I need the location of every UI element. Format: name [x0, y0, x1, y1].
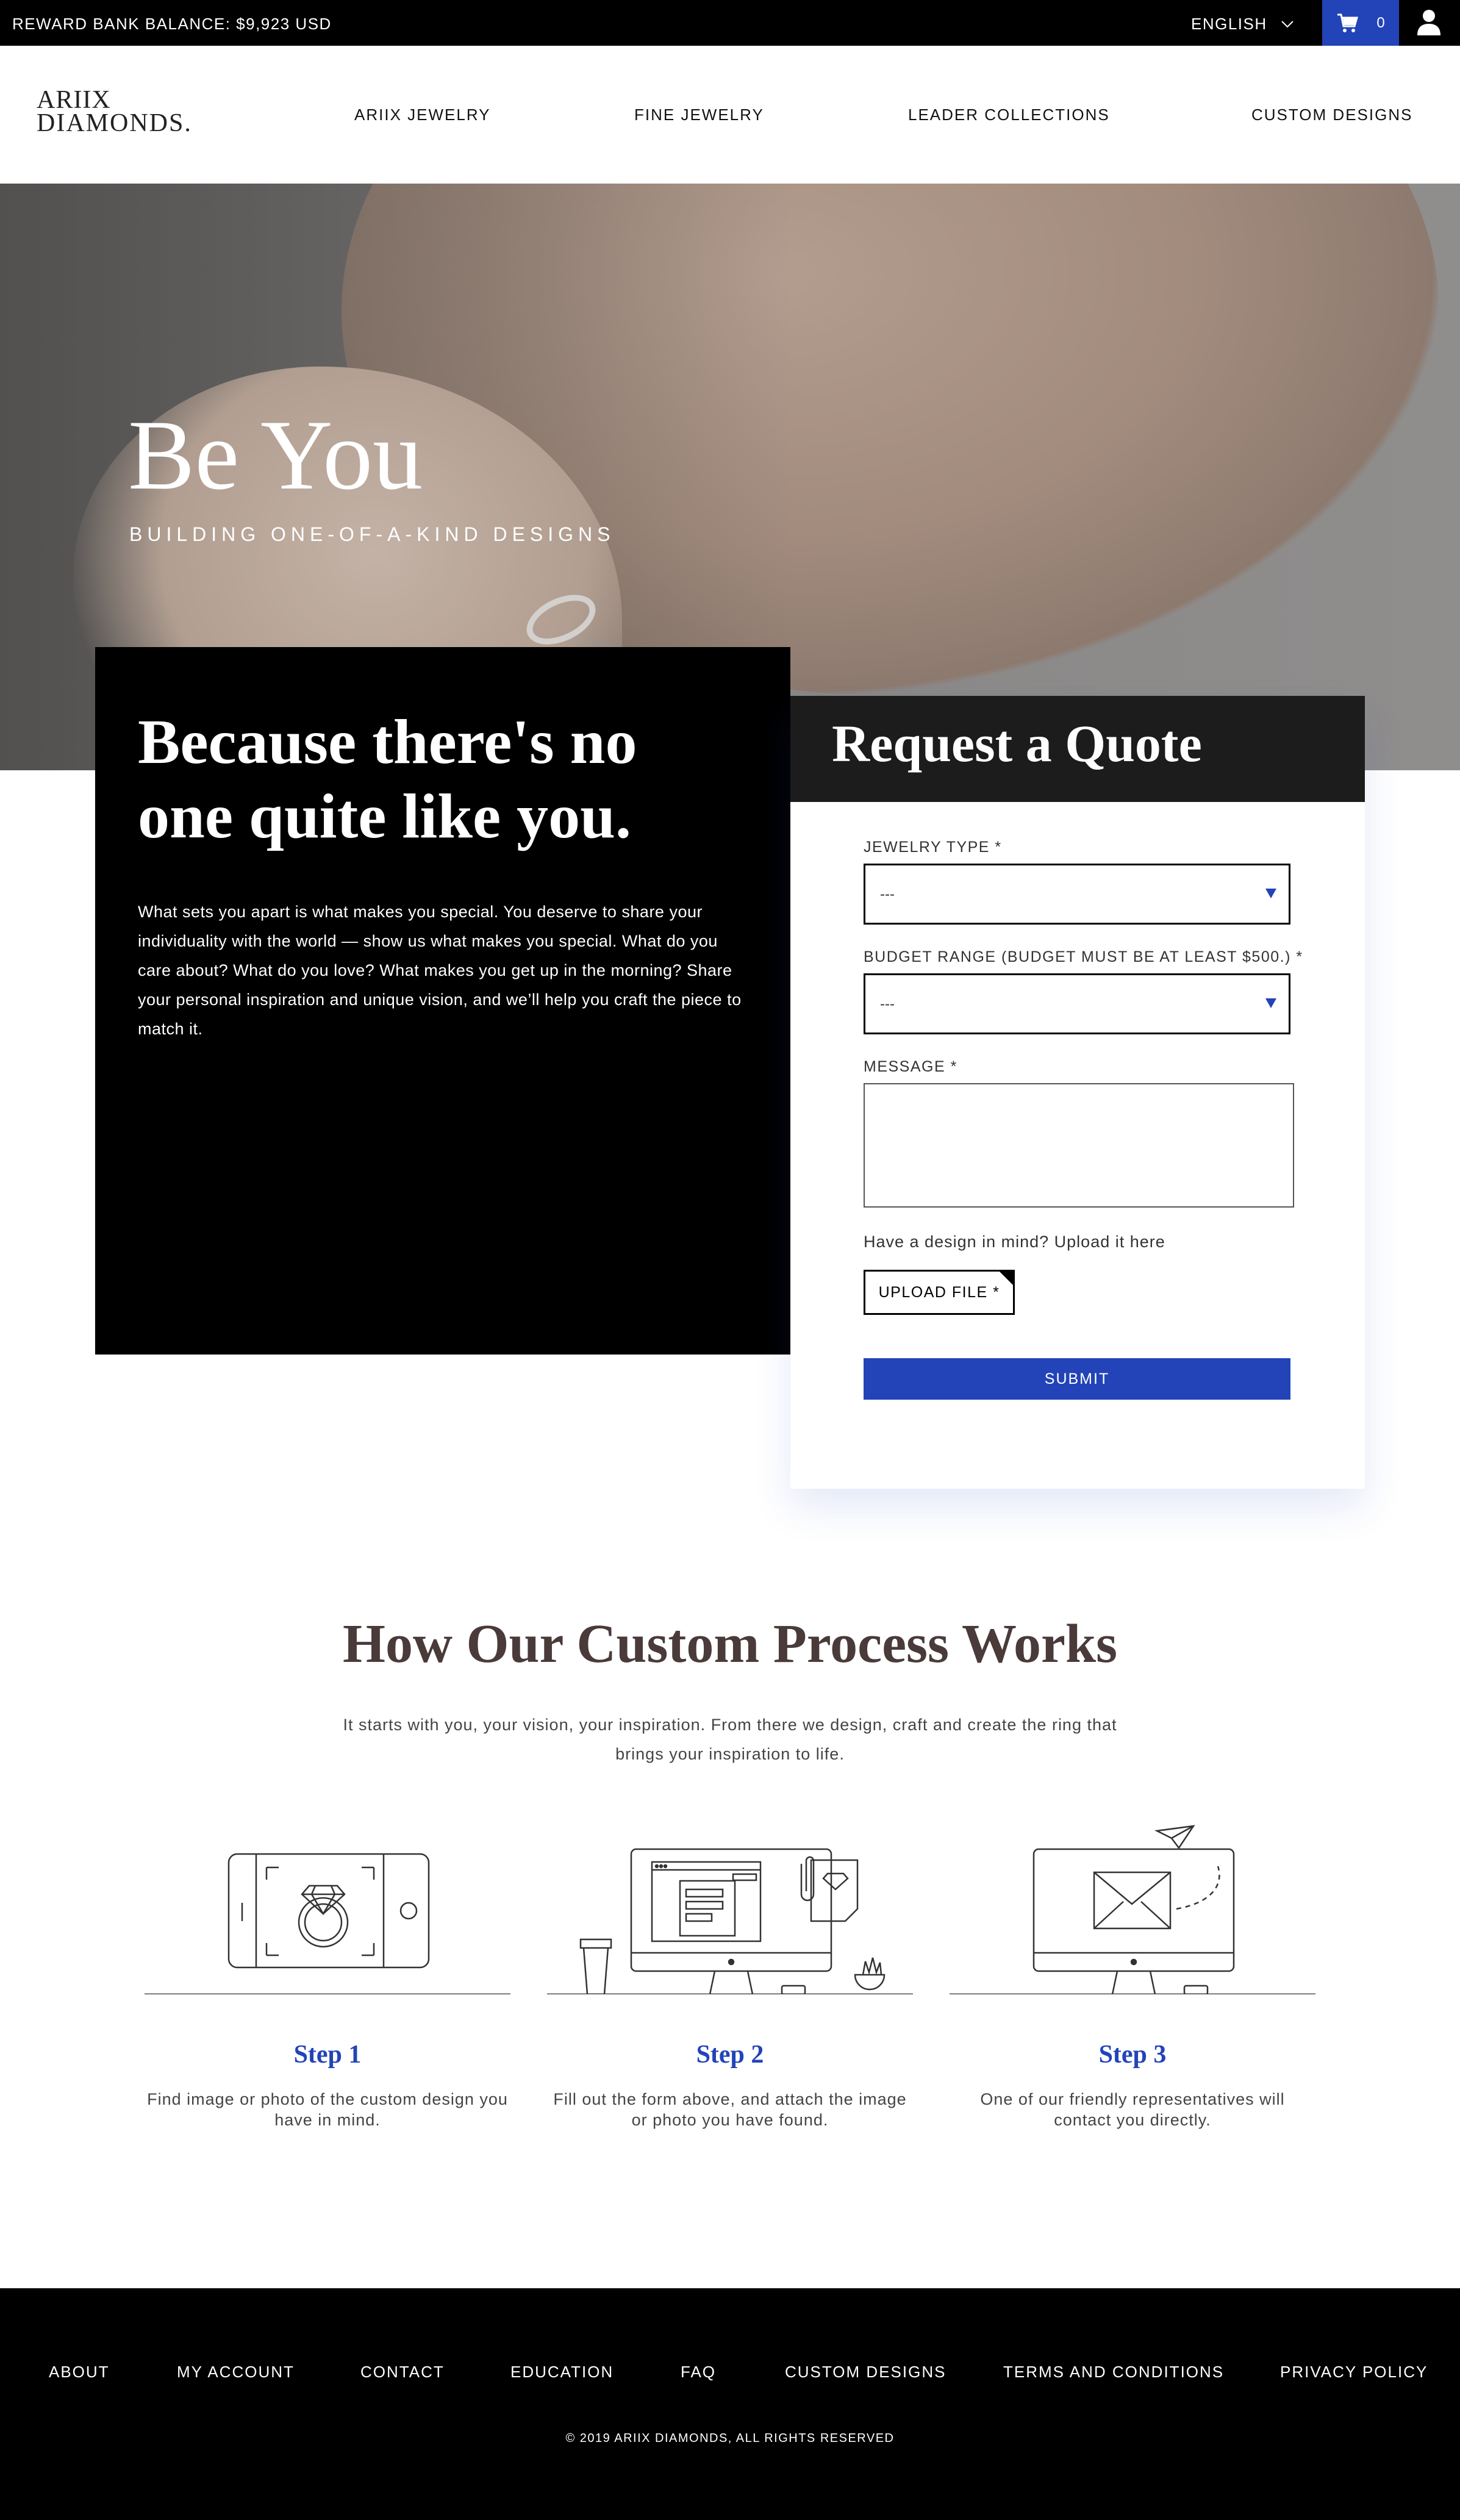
upload-file-label: UPLOAD FILE *	[878, 1283, 1000, 1301]
step-2-title: Step 2	[696, 2041, 764, 2069]
computer-form-icon	[547, 1848, 913, 1994]
message-label: MESSAGE *	[864, 1058, 957, 1075]
dropdown-arrow-icon	[1265, 998, 1276, 1008]
budget-range-label: BUDGET RANGE (BUDGET MUST BE AT LEAST $5…	[864, 948, 1303, 965]
intro-body: What sets you apart is what makes you sp…	[138, 903, 742, 1038]
quote-form: Request a Quote JEWELRY TYPE * --- BUDGE…	[790, 696, 1365, 1489]
intro-card: Because there's no one quite like you. W…	[95, 647, 790, 1355]
site-header: ARIIX DIAMONDS. ARIIX JEWELRY FINE JEWEL…	[0, 46, 1460, 184]
process-title: How Our Custom Process Works	[342, 1614, 1118, 1674]
budget-range-select[interactable]: ---	[864, 973, 1290, 1034]
nav-custom-designs[interactable]: CUSTOM DESIGNS	[1251, 106, 1412, 124]
step-3-description: One of our friendly representatives will…	[980, 2090, 1285, 2129]
footer-link-about[interactable]: ABOUT	[49, 2363, 110, 2382]
hero-title: Be You	[128, 400, 423, 510]
phone-ring-icon	[145, 1853, 510, 1994]
message-textarea[interactable]	[864, 1083, 1294, 1208]
upload-file-button[interactable]: UPLOAD FILE *	[864, 1270, 1015, 1315]
footer-link-custom-designs[interactable]: CUSTOM DESIGNS	[785, 2363, 946, 2382]
jewelry-type-select[interactable]: ---	[864, 864, 1290, 925]
step-1-title: Step 1	[293, 2041, 362, 2069]
cart-button[interactable]: 0	[1322, 0, 1399, 46]
language-selector[interactable]: ENGLISH	[1191, 15, 1294, 34]
logo-line-2: DIAMONDS.	[37, 109, 192, 137]
intro-heading: Because there's no one quite like you.	[138, 707, 637, 851]
submit-button[interactable]: SUBMIT	[864, 1358, 1290, 1400]
quote-title: Request a Quote	[832, 714, 1202, 773]
site-footer: ABOUT MY ACCOUNT CONTACT EDUCATION FAQ C…	[0, 2288, 1460, 2520]
corner-fold-icon	[1000, 1272, 1013, 1285]
computer-mail-icon	[950, 1825, 1315, 1994]
footer-link-my-account[interactable]: MY ACCOUNT	[177, 2363, 295, 2382]
footer-link-terms[interactable]: TERMS AND CONDITIONS	[1003, 2363, 1224, 2382]
upload-hint: Have a design in mind? Upload it here	[864, 1233, 1165, 1251]
reward-balance: REWARD BANK BALANCE: $9,923 USD	[12, 15, 332, 33]
user-account-icon[interactable]	[1416, 9, 1442, 37]
brand-logo[interactable]: ARIIX DIAMONDS.	[37, 86, 192, 137]
footer-link-faq[interactable]: FAQ	[681, 2363, 716, 2382]
copyright: © 2019 ARIIX DIAMONDS, ALL RIGHTS RESERV…	[565, 2432, 895, 2445]
language-label: ENGLISH	[1191, 15, 1267, 33]
jewelry-type-label: JEWELRY TYPE *	[864, 839, 1002, 856]
logo-line-1: ARIIX	[37, 86, 111, 114]
footer-link-education[interactable]: EDUCATION	[510, 2363, 614, 2382]
nav-ariix-jewelry[interactable]: ARIIX JEWELRY	[354, 106, 490, 124]
hero-subtitle: BUILDING ONE-OF-A-KIND DESIGNS	[129, 523, 615, 545]
dropdown-arrow-icon	[1265, 889, 1276, 898]
nav-fine-jewelry[interactable]: FINE JEWELRY	[634, 106, 764, 124]
step-1-description: Find image or photo of the custom design…	[147, 2090, 508, 2129]
nav-leader-collections[interactable]: LEADER COLLECTIONS	[908, 106, 1110, 124]
cart-icon	[1337, 13, 1359, 32]
jewelry-type-value: ---	[880, 886, 895, 903]
quote-header: Request a Quote	[790, 696, 1365, 802]
step-2-description: Fill out the form above, and attach the …	[553, 2090, 907, 2129]
chevron-down-icon	[1281, 20, 1294, 27]
budget-range-value: ---	[880, 996, 895, 1012]
footer-link-contact[interactable]: CONTACT	[360, 2363, 445, 2382]
top-bar: REWARD BANK BALANCE: $9,923 USD ENGLISH …	[0, 0, 1460, 46]
process-description: It starts with you, your vision, your in…	[343, 1716, 1117, 1763]
cart-count: 0	[1376, 14, 1385, 31]
footer-link-privacy[interactable]: PRIVACY POLICY	[1280, 2363, 1428, 2382]
step-3-title: Step 3	[1098, 2041, 1167, 2069]
submit-label: SUBMIT	[1044, 1370, 1110, 1387]
